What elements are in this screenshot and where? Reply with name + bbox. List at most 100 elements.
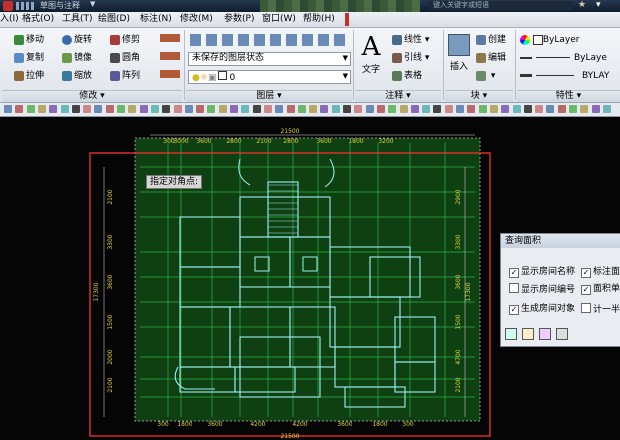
workspace-dropdown-icon[interactable]: ▼ [90,0,95,8]
copy-button[interactable]: 复制 [14,52,44,64]
linear-dim-button[interactable]: 线性 ▾ [392,34,429,46]
toolbar-tool-icon[interactable] [184,105,193,113]
menu-tools[interactable]: 工具(T) [62,13,93,26]
toolbar-tool-icon[interactable] [117,105,125,113]
toolbar-tool-icon[interactable] [399,105,408,113]
toolbar-tool-icon[interactable] [49,105,58,113]
leader-button[interactable]: 引线 ▾ [392,52,429,64]
scale-button[interactable]: 缩放 [62,70,92,82]
search-input[interactable]: 键入关键字或短语 [430,1,573,10]
area-unit-checkbox[interactable]: ✓ 面积单 [581,283,620,295]
star-icon[interactable]: ★ [578,0,586,10]
generate-room-object-checkbox[interactable]: ✓ 生成房间对象 [509,303,575,315]
toolbar-tool-icon[interactable] [196,105,205,113]
toolbar-tool-icon[interactable] [297,105,306,113]
toolbar-tool-icon[interactable] [478,105,487,113]
menu-modify[interactable]: 修改(M) [180,13,213,26]
edit-block-button[interactable]: 编辑 [476,52,506,64]
toolbar-tool-icon[interactable] [512,105,521,113]
create-block-button[interactable]: 创建 [476,34,506,46]
block-panel-title[interactable]: 块 ▾ [445,90,513,102]
menu-window[interactable]: 窗口(W) [262,13,296,26]
toolbar-tool-icon[interactable] [173,105,182,113]
block-attr-button[interactable]: ▾ [476,70,495,82]
toolbar-tool-icon[interactable] [309,105,318,113]
annotation-panel-title[interactable]: 注释 ▾ [355,90,441,102]
help-icon[interactable]: ▾ [596,0,601,10]
toolbar-tool-icon[interactable] [535,105,544,113]
select-icon[interactable] [555,328,568,340]
toolbar-tool-icon[interactable] [354,105,363,113]
menu-format[interactable]: 格式(O) [22,13,54,26]
stretch-button[interactable]: 拉伸 [14,70,44,82]
toolbar-tool-icon[interactable] [241,105,250,113]
quick-access-icons[interactable] [16,2,36,10]
area-query-dialog[interactable]: 查询面积 ✓ 显示房间名称 ✓ 标注面 显示房间编号 ✓ 面积单 ✓ 生成房间对象 计一… [500,233,620,347]
layers-panel-title[interactable]: 图层 ▾ [186,90,352,102]
toolbar-tool-icon[interactable] [139,105,148,113]
toolbar-tool-icon[interactable] [320,105,329,113]
show-room-name-checkbox[interactable]: ✓ 显示房间名称 [509,266,575,278]
toolbar-tool-icon[interactable] [569,105,577,113]
menu-parameters[interactable]: 参数(P) [224,13,254,26]
table-button[interactable]: 表格 [392,70,422,82]
modify-panel-title[interactable]: 修改 ▾ [2,90,182,102]
toolbar-tool-icon[interactable] [83,105,92,113]
menu-draw[interactable]: 绘图(D) [98,13,130,26]
modify-extra-icons[interactable] [160,34,180,84]
array-button[interactable]: 阵列 [110,70,140,82]
toolbar-tool-icon[interactable] [422,105,431,113]
rotate-button[interactable]: 旋转 [62,34,92,46]
toolbar-tool-icon[interactable] [602,105,611,113]
toolbar-tool-icon[interactable] [218,105,227,113]
toolbar-tool-icon[interactable] [365,105,374,113]
toolbar-tool-icon[interactable] [252,105,261,113]
toolbar-tool-icon[interactable] [128,105,137,113]
move-button[interactable]: 移动 [14,34,44,46]
menu-dimension[interactable]: 标注(N) [140,13,172,26]
toolbar-tool-icon[interactable] [26,105,35,113]
toolbar-tool-icon[interactable] [523,105,532,113]
toolbar-tool-icon[interactable] [557,105,566,113]
toolbar-tool-icon[interactable] [105,105,114,113]
toolbar-tool-icon[interactable] [150,105,159,113]
toolbar-tool-icon[interactable] [343,105,351,113]
lineweight-dropdown[interactable]: BYLAY [520,70,609,82]
layer-dropdown[interactable]: ●☼▣ 0 ▼ [188,70,351,84]
toolbar-tool-icon[interactable] [591,105,600,113]
workspace-name[interactable]: 草图与注释 [40,0,80,11]
menu-help[interactable]: 帮助(H) [303,13,335,26]
toolbar-tool-icon[interactable] [37,105,46,113]
toolbar-tool-icon[interactable] [60,105,69,113]
toolbar-tool-icon[interactable] [230,105,238,113]
toolbar-tool-icon[interactable] [15,105,24,113]
toolbar-tool-icon[interactable] [489,105,498,113]
toolbar-tool-icon[interactable] [376,105,385,113]
toolbar-tool-icon[interactable] [94,105,103,113]
toolbar-tool-icon[interactable] [433,105,442,113]
layer-state-dropdown[interactable]: 未保存的图层状态 ▼ [188,52,351,66]
toolbar-tool-icon[interactable] [444,105,453,113]
toolbar-tool-icon[interactable] [388,105,397,113]
toolbar-tool-icon[interactable] [456,105,464,113]
toolbar-tool-icon[interactable] [286,105,295,113]
dialog-title[interactable]: 查询面积 [501,234,620,248]
linetype-dropdown[interactable]: ByLaye [520,52,607,64]
properties-panel-title[interactable]: 特性 ▾ [517,90,620,102]
toolbar-tool-icon[interactable] [501,105,510,113]
color-dropdown[interactable]: ByLayer [520,34,579,46]
toolbar-tool-icon[interactable] [275,105,284,113]
show-room-number-checkbox[interactable]: 显示房间编号 [509,283,575,296]
insert-button[interactable]: 插入 [446,34,472,84]
toolbar-tool-icon[interactable] [162,105,171,113]
toolbar-tool-icon[interactable] [207,105,216,113]
toolbar-tool-icon[interactable] [71,105,80,113]
toolbar-tool-icon[interactable] [263,105,272,113]
mark-area-checkbox[interactable]: ✓ 标注面 [581,266,620,278]
polygon-icon[interactable] [521,328,534,340]
app-icon[interactable] [3,1,13,11]
toolbar-tool-icon[interactable] [580,105,589,113]
room-query-icon[interactable] [505,328,517,340]
menu-insert[interactable]: 入(I) [0,13,19,26]
point-query-icon[interactable] [538,328,551,340]
